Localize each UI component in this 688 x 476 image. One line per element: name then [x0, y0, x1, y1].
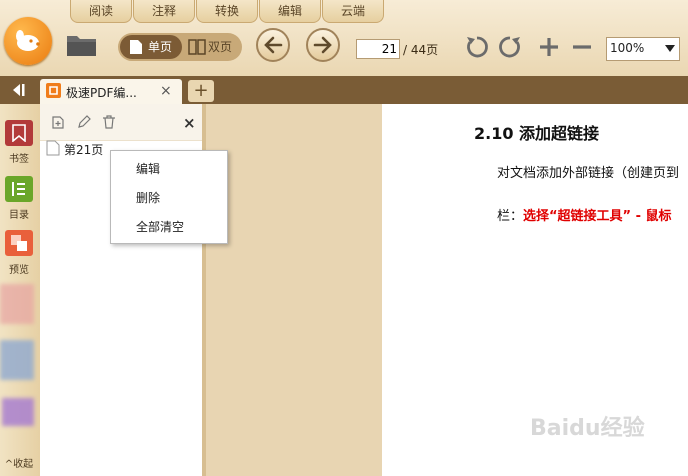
bookmark-page-icon: [46, 140, 60, 159]
context-menu-delete[interactable]: 删除: [136, 189, 160, 206]
sidebar-label-preview: 预览: [9, 265, 29, 276]
page-number-input[interactable]: [356, 39, 400, 59]
zoom-value: 100%: [610, 41, 645, 55]
document-text-line: 对文档添加外部链接（创建页到: [497, 166, 680, 181]
previous-page-button[interactable]: [256, 28, 290, 62]
preview-icon[interactable]: [5, 230, 33, 256]
tab-annotate[interactable]: 注释: [133, 0, 195, 23]
document-background: [206, 104, 382, 476]
blurred-area: [2, 398, 34, 426]
arrow-left-icon: [264, 36, 283, 54]
dog-logo-icon: [16, 30, 40, 51]
app-logo[interactable]: [4, 17, 52, 65]
zoom-out-button[interactable]: [569, 34, 595, 60]
delete-bookmark-icon[interactable]: [101, 114, 117, 130]
double-page-button[interactable]: 双页: [186, 35, 240, 59]
sidebar-label-toc: 目录: [9, 210, 29, 221]
chevron-down-icon: [665, 45, 675, 52]
toc-icon[interactable]: [5, 176, 33, 202]
context-menu-clear-all[interactable]: 全部清空: [136, 218, 184, 235]
tab-read[interactable]: 阅读: [70, 0, 132, 23]
add-bookmark-icon[interactable]: [50, 114, 66, 130]
tab-convert[interactable]: 转换: [196, 0, 258, 23]
single-page-label: 单页: [148, 40, 173, 54]
arrow-right-icon: [313, 36, 332, 54]
rotate-left-button[interactable]: [464, 34, 490, 60]
close-panel-icon[interactable]: ×: [183, 114, 196, 132]
blurred-area: [0, 284, 34, 324]
double-page-label: 双页: [208, 40, 233, 54]
close-tab-icon[interactable]: ×: [160, 83, 172, 99]
bookmark-icon[interactable]: [5, 120, 33, 146]
single-page-button[interactable]: 单页: [120, 35, 182, 59]
context-menu-edit[interactable]: 编辑: [136, 160, 160, 177]
tab-edit[interactable]: 编辑: [259, 0, 321, 23]
next-page-button[interactable]: [306, 28, 340, 62]
edit-bookmark-icon[interactable]: [76, 114, 92, 130]
pdf-file-icon: [46, 83, 61, 98]
double-page-icon: [188, 39, 206, 55]
rotate-right-button[interactable]: [497, 34, 523, 60]
rotate-right-icon: [499, 36, 520, 58]
collapse-sidebar-button[interactable]: ^收起: [0, 455, 38, 470]
blurred-area: [0, 340, 34, 380]
document-heading: 2.10 添加超链接: [474, 124, 600, 143]
bookmark-item-label: 第21页: [64, 143, 104, 157]
collapse-panel-button[interactable]: [0, 76, 36, 104]
single-page-icon: [130, 40, 142, 54]
sidebar-label-bookmarks: 书签: [9, 154, 29, 165]
tab-cloud[interactable]: 云端: [322, 0, 384, 23]
plus-icon: [540, 38, 558, 56]
document-tab-title: 极速PDF编...: [66, 86, 137, 100]
zoom-in-button[interactable]: [536, 34, 562, 60]
open-folder-icon[interactable]: [66, 32, 98, 58]
document-text-line: 栏：选择“超链接工具” - 鼠标: [497, 205, 672, 224]
watermark: Baidu经验: [530, 416, 645, 441]
rotate-left-icon: [467, 36, 488, 58]
minus-icon: [573, 45, 591, 49]
document-highlight-text: 选择“超链接工具” - 鼠标: [523, 209, 672, 224]
new-tab-button[interactable]: +: [188, 80, 214, 102]
page-total: / 44页: [403, 43, 439, 57]
document-text-prefix: 栏：: [497, 209, 524, 224]
arrow-left-bar-icon: [13, 84, 25, 96]
